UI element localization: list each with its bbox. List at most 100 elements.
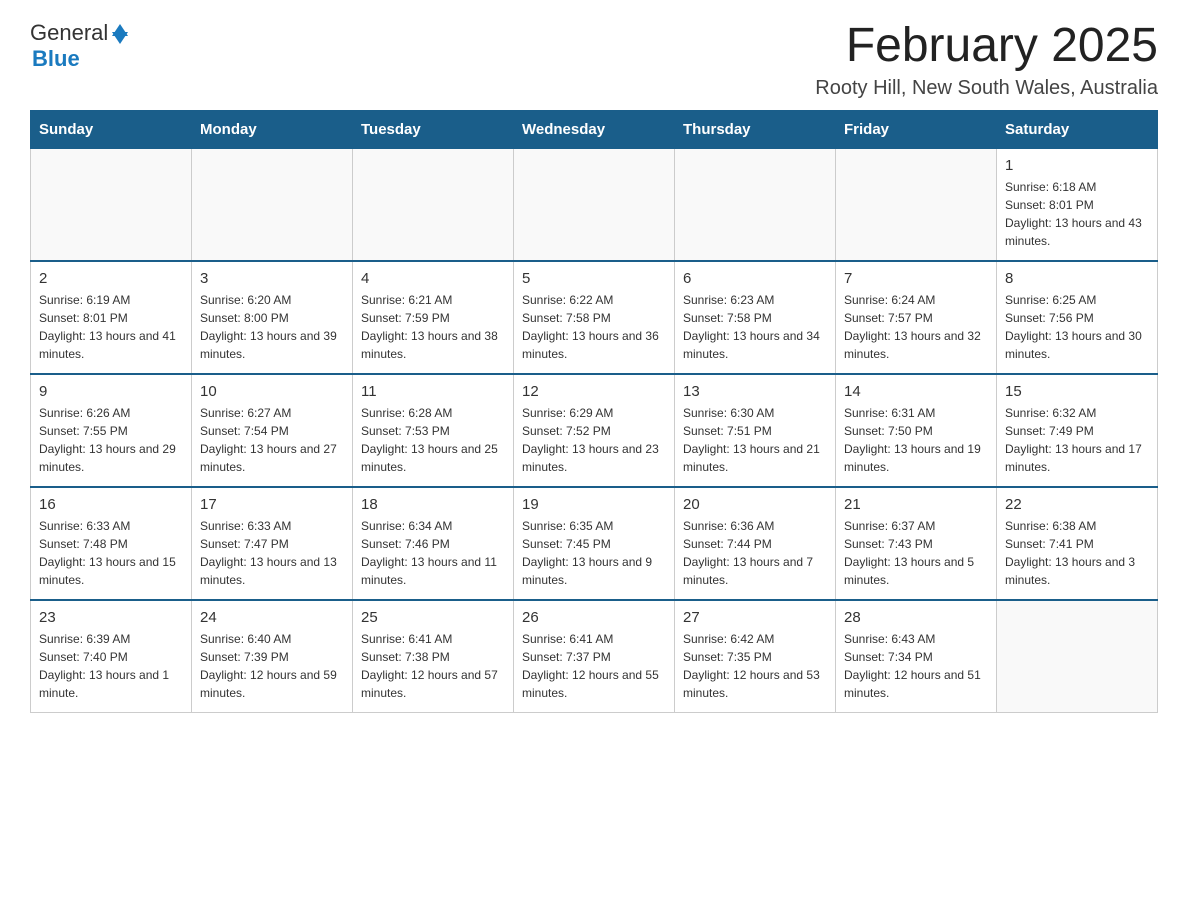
calendar-day-cell: 3Sunrise: 6:20 AMSunset: 8:00 PMDaylight… <box>192 261 353 374</box>
page-header: General Blue February 2025 Rooty Hill, N… <box>30 20 1158 100</box>
calendar-day-cell: 20 Sunrise: 6:36 AMSunset: 7:44 PMDayligh… <box>675 487 836 600</box>
calendar-day-cell: 9Sunrise: 6:26 AMSunset: 7:55 PMDaylight… <box>31 374 192 487</box>
day-info: Sunrise: 6:20 AMSunset: 8:00 PMDaylight:… <box>200 291 344 363</box>
calendar-day-cell: 2 Sunrise: 6:19 AMSunset: 8:01 PMDaylight… <box>31 261 192 374</box>
day-info: Sunrise: 6:43 AMSunset: 7:34 PMDaylight:… <box>844 630 988 702</box>
day-number: 15 <box>1005 383 1149 400</box>
calendar-week-row: 2 Sunrise: 6:19 AMSunset: 8:01 PMDaylight… <box>31 261 1158 374</box>
month-title: February 2025 <box>815 20 1158 73</box>
day-info: Sunrise: 6:34 AMSunset: 7:46 PMDaylight:… <box>361 517 505 589</box>
day-info: Sunrise: 6:24 AMSunset: 7:57 PMDaylight:… <box>844 291 988 363</box>
day-number: 22 <box>1005 496 1149 513</box>
day-number: 19 <box>522 496 666 513</box>
day-number: 6 <box>683 270 827 287</box>
title-section: February 2025 Rooty Hill, New South Wale… <box>815 20 1158 100</box>
calendar-day-cell: 22 Sunrise: 6:38 AMSunset: 7:41 PMDayligh… <box>997 487 1158 600</box>
day-number: 5 <box>522 270 666 287</box>
calendar-header-row: SundayMondayTuesdayWednesdayThursdayFrid… <box>31 110 1158 148</box>
calendar-day-cell: 5 Sunrise: 6:22 AMSunset: 7:58 PMDaylight… <box>514 261 675 374</box>
calendar-day-cell: 4 Sunrise: 6:21 AMSunset: 7:59 PMDaylight… <box>353 261 514 374</box>
day-number: 2 <box>39 270 183 287</box>
day-number: 12 <box>522 383 666 400</box>
day-info: Sunrise: 6:37 AMSunset: 7:43 PMDaylight:… <box>844 517 988 589</box>
day-info: Sunrise: 6:25 AMSunset: 7:56 PMDaylight:… <box>1005 291 1149 363</box>
day-info: Sunrise: 6:36 AMSunset: 7:44 PMDaylight:… <box>683 517 827 589</box>
day-info: Sunrise: 6:31 AMSunset: 7:50 PMDaylight:… <box>844 404 988 476</box>
day-number: 20 <box>683 496 827 513</box>
calendar-day-cell: 1 Sunrise: 6:18 AMSunset: 8:01 PMDaylight… <box>997 148 1158 261</box>
day-info: Sunrise: 6:40 AMSunset: 7:39 PMDaylight:… <box>200 630 344 702</box>
calendar-day-cell: 21 Sunrise: 6:37 AMSunset: 7:43 PMDayligh… <box>836 487 997 600</box>
day-info: Sunrise: 6:38 AMSunset: 7:41 PMDaylight:… <box>1005 517 1149 589</box>
calendar-day-cell <box>514 148 675 261</box>
day-info: Sunrise: 6:19 AMSunset: 8:01 PMDaylight:… <box>39 291 183 363</box>
calendar-header-thursday: Thursday <box>675 110 836 148</box>
calendar-header-monday: Monday <box>192 110 353 148</box>
day-number: 27 <box>683 609 827 626</box>
calendar-week-row: 23 Sunrise: 6:39 AMSunset: 7:40 PMDayligh… <box>31 600 1158 713</box>
day-info: Sunrise: 6:26 AMSunset: 7:55 PMDaylight:… <box>39 404 183 476</box>
calendar-week-row: 16 Sunrise: 6:33 AMSunset: 7:48 PMDayligh… <box>31 487 1158 600</box>
day-info: Sunrise: 6:29 AMSunset: 7:52 PMDaylight:… <box>522 404 666 476</box>
day-number: 25 <box>361 609 505 626</box>
calendar-day-cell: 16 Sunrise: 6:33 AMSunset: 7:48 PMDayligh… <box>31 487 192 600</box>
calendar-day-cell: 10 Sunrise: 6:27 AMSunset: 7:54 PMDayligh… <box>192 374 353 487</box>
calendar-day-cell: 14 Sunrise: 6:31 AMSunset: 7:50 PMDayligh… <box>836 374 997 487</box>
day-number: 16 <box>39 496 183 513</box>
calendar-day-cell: 17Sunrise: 6:33 AMSunset: 7:47 PMDayligh… <box>192 487 353 600</box>
calendar-day-cell: 6 Sunrise: 6:23 AMSunset: 7:58 PMDaylight… <box>675 261 836 374</box>
calendar-day-cell: 11 Sunrise: 6:28 AMSunset: 7:53 PMDayligh… <box>353 374 514 487</box>
day-info: Sunrise: 6:23 AMSunset: 7:58 PMDaylight:… <box>683 291 827 363</box>
day-number: 1 <box>1005 157 1149 174</box>
day-info: Sunrise: 6:21 AMSunset: 7:59 PMDaylight:… <box>361 291 505 363</box>
calendar-day-cell: 8 Sunrise: 6:25 AMSunset: 7:56 PMDaylight… <box>997 261 1158 374</box>
calendar-table: SundayMondayTuesdayWednesdayThursdayFrid… <box>30 110 1158 713</box>
day-number: 11 <box>361 383 505 400</box>
day-number: 8 <box>1005 270 1149 287</box>
day-info: Sunrise: 6:33 AMSunset: 7:48 PMDaylight:… <box>39 517 183 589</box>
day-number: 4 <box>361 270 505 287</box>
day-number: 24 <box>200 609 344 626</box>
calendar-day-cell: 18 Sunrise: 6:34 AMSunset: 7:46 PMDayligh… <box>353 487 514 600</box>
calendar-header-saturday: Saturday <box>997 110 1158 148</box>
calendar-week-row: 1 Sunrise: 6:18 AMSunset: 8:01 PMDaylight… <box>31 148 1158 261</box>
calendar-day-cell: 25 Sunrise: 6:41 AMSunset: 7:38 PMDayligh… <box>353 600 514 713</box>
calendar-day-cell: 19 Sunrise: 6:35 AMSunset: 7:45 PMDayligh… <box>514 487 675 600</box>
day-number: 14 <box>844 383 988 400</box>
calendar-day-cell: 27 Sunrise: 6:42 AMSunset: 7:35 PMDayligh… <box>675 600 836 713</box>
logo: General Blue <box>30 20 128 72</box>
calendar-header-wednesday: Wednesday <box>514 110 675 148</box>
location-subtitle: Rooty Hill, New South Wales, Australia <box>815 77 1158 100</box>
calendar-day-cell: 24 Sunrise: 6:40 AMSunset: 7:39 PMDayligh… <box>192 600 353 713</box>
calendar-header-friday: Friday <box>836 110 997 148</box>
day-info: Sunrise: 6:32 AMSunset: 7:49 PMDaylight:… <box>1005 404 1149 476</box>
calendar-header-sunday: Sunday <box>31 110 192 148</box>
day-number: 18 <box>361 496 505 513</box>
day-info: Sunrise: 6:41 AMSunset: 7:37 PMDaylight:… <box>522 630 666 702</box>
day-number: 10 <box>200 383 344 400</box>
calendar-day-cell: 13Sunrise: 6:30 AMSunset: 7:51 PMDayligh… <box>675 374 836 487</box>
day-info: Sunrise: 6:42 AMSunset: 7:35 PMDaylight:… <box>683 630 827 702</box>
day-number: 7 <box>844 270 988 287</box>
day-info: Sunrise: 6:27 AMSunset: 7:54 PMDaylight:… <box>200 404 344 476</box>
day-info: Sunrise: 6:33 AMSunset: 7:47 PMDaylight:… <box>200 517 344 589</box>
day-info: Sunrise: 6:39 AMSunset: 7:40 PMDaylight:… <box>39 630 183 702</box>
calendar-day-cell: 12 Sunrise: 6:29 AMSunset: 7:52 PMDayligh… <box>514 374 675 487</box>
day-info: Sunrise: 6:41 AMSunset: 7:38 PMDaylight:… <box>361 630 505 702</box>
calendar-header-tuesday: Tuesday <box>353 110 514 148</box>
calendar-day-cell <box>353 148 514 261</box>
calendar-day-cell <box>836 148 997 261</box>
calendar-day-cell <box>675 148 836 261</box>
calendar-day-cell: 15 Sunrise: 6:32 AMSunset: 7:49 PMDayligh… <box>997 374 1158 487</box>
day-info: Sunrise: 6:35 AMSunset: 7:45 PMDaylight:… <box>522 517 666 589</box>
calendar-day-cell: 23 Sunrise: 6:39 AMSunset: 7:40 PMDayligh… <box>31 600 192 713</box>
day-info: Sunrise: 6:22 AMSunset: 7:58 PMDaylight:… <box>522 291 666 363</box>
day-number: 23 <box>39 609 183 626</box>
day-info: Sunrise: 6:28 AMSunset: 7:53 PMDaylight:… <box>361 404 505 476</box>
day-info: Sunrise: 6:18 AMSunset: 8:01 PMDaylight:… <box>1005 178 1149 250</box>
calendar-day-cell <box>192 148 353 261</box>
day-number: 21 <box>844 496 988 513</box>
calendar-day-cell: 28Sunrise: 6:43 AMSunset: 7:34 PMDayligh… <box>836 600 997 713</box>
calendar-day-cell <box>997 600 1158 713</box>
calendar-day-cell <box>31 148 192 261</box>
